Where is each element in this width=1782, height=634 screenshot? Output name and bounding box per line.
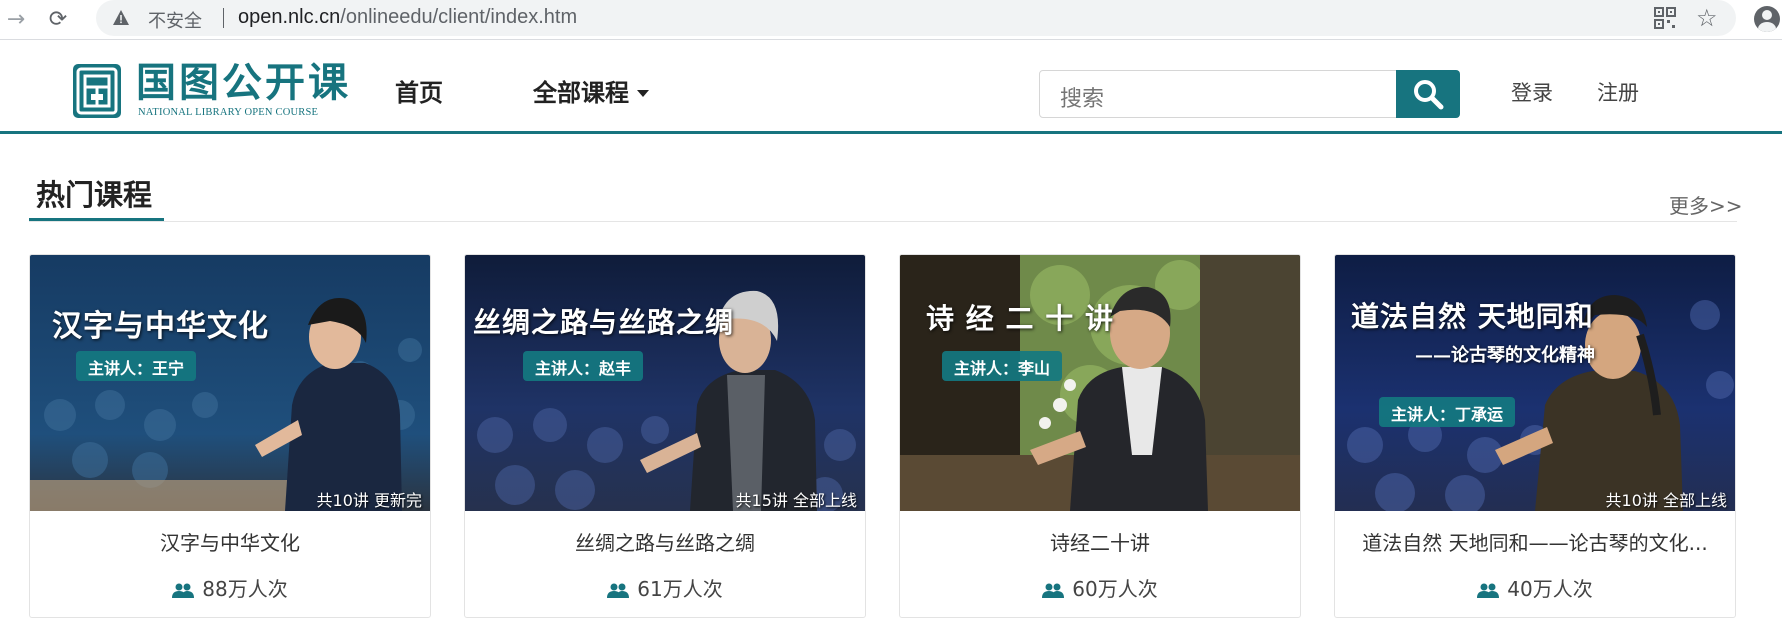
thumbnail-title: 丝绸之路与丝路之绸 [473,306,735,339]
search-input[interactable] [1039,70,1397,118]
view-count-text: 88万人次 [202,577,288,601]
url-path: /onlineedu/client/index.htm [340,6,578,28]
nav-all-courses-dropdown[interactable]: 全部课程 [533,73,649,108]
course-title[interactable]: 道法自然 天地同和——论古琴的文化... [1345,527,1725,556]
warning-icon[interactable] [112,9,130,27]
course-title[interactable]: 丝绸之路与丝路之绸 [475,527,855,556]
profile-avatar-icon[interactable] [1754,6,1780,32]
library-seal-icon [73,64,121,118]
lecture-photo [900,255,1300,511]
lecturer-badge: 主讲人：赵丰 [523,351,644,381]
qr-code-icon[interactable] [1654,7,1676,29]
site-header: 国图公开课 NATIONAL LIBRARY OPEN COURSE 首页 全部… [0,41,1782,134]
thumbnail-title: 道法自然 天地同和 [1351,300,1594,333]
url-text[interactable]: open.nlc.cn/onlineedu/client/index.htm [238,6,577,29]
reload-icon[interactable]: ⟳ [44,6,72,34]
more-link[interactable]: 更多>> [1669,190,1743,219]
logo-english-text: NATIONAL LIBRARY OPEN COURSE [138,107,319,118]
url-host: open.nlc.cn [238,6,341,28]
divider [223,8,224,28]
register-link[interactable]: 注册 [1597,77,1639,107]
course-thumbnail[interactable]: 道法自然 天地同和 ——论古琴的文化精神 主讲人：丁承运 共10讲 全部上线 [1335,255,1735,511]
people-icon [172,583,195,598]
bookmark-star-icon[interactable]: ☆ [1696,4,1718,32]
thumbnail-title: 诗 经 二 十 讲 [926,302,1114,335]
caret-down-icon [637,90,649,97]
people-icon [607,583,630,598]
lecturer-badge: 主讲人：丁承运 [1379,397,1516,427]
people-icon [1042,583,1065,598]
course-card[interactable]: 道法自然 天地同和 ——论古琴的文化精神 主讲人：丁承运 共10讲 全部上线 道… [1334,254,1736,618]
course-thumbnail[interactable]: 汉字与中华文化 主讲人：王宁 共10讲 更新完 [30,255,430,511]
thumbnail-title: 汉字与中华文化 [52,309,269,344]
course-card[interactable]: 诗 经 二 十 讲 主讲人：李山 诗经二十讲 60万人次 [899,254,1301,618]
site-logo[interactable]: 国图公开课 NATIONAL LIBRARY OPEN COURSE [72,61,352,123]
section-title: 热门课程 [36,178,153,212]
episode-count: 共10讲 更新完 [316,491,422,510]
course-thumbnail[interactable]: 诗 经 二 十 讲 主讲人：李山 [900,255,1300,511]
thumbnail-subtitle: ——论古琴的文化精神 [1415,345,1595,366]
course-thumbnail[interactable]: 丝绸之路与丝路之绸 主讲人：赵丰 共15讲 全部上线 [465,255,865,511]
view-count-text: 40万人次 [1507,577,1593,601]
login-link[interactable]: 登录 [1511,77,1553,107]
course-title[interactable]: 诗经二十讲 [910,527,1290,556]
nav-home[interactable]: 首页 [395,73,443,108]
episode-count: 共15讲 全部上线 [735,491,857,510]
browser-toolbar: → ⟳ 不安全 open.nlc.cn/onlineedu/client/ind… [0,0,1782,40]
view-count: 60万人次 [900,573,1300,602]
lecture-photo [1335,255,1735,511]
view-count-text: 61万人次 [637,577,723,601]
address-bar[interactable]: 不安全 open.nlc.cn/onlineedu/client/index.h… [96,0,1736,36]
course-card[interactable]: 汉字与中华文化 主讲人：王宁 共10讲 更新完 汉字与中华文化 88万人次 [29,254,431,618]
nav-all-courses-label: 全部课程 [533,79,629,107]
search-button[interactable] [1396,70,1460,118]
view-count: 61万人次 [465,573,865,602]
course-card[interactable]: 丝绸之路与丝路之绸 主讲人：赵丰 共15讲 全部上线 丝绸之路与丝路之绸 61万… [464,254,866,618]
episode-count: 共10讲 全部上线 [1605,491,1727,510]
search-icon [1414,80,1444,110]
lecture-photo [465,255,865,511]
view-count: 88万人次 [30,573,430,602]
view-count-text: 60万人次 [1072,577,1158,601]
section-divider [29,221,1737,222]
lecture-photo [30,255,430,511]
forward-arrow-icon[interactable]: → [2,6,30,34]
lecturer-badge: 主讲人：王宁 [76,351,197,381]
course-title[interactable]: 汉字与中华文化 [40,527,420,556]
logo-chinese-text: 国图公开课 [136,59,351,106]
people-icon [1477,583,1500,598]
lecturer-badge: 主讲人：李山 [942,351,1063,381]
security-status-text: 不安全 [148,11,202,32]
view-count: 40万人次 [1335,573,1735,602]
